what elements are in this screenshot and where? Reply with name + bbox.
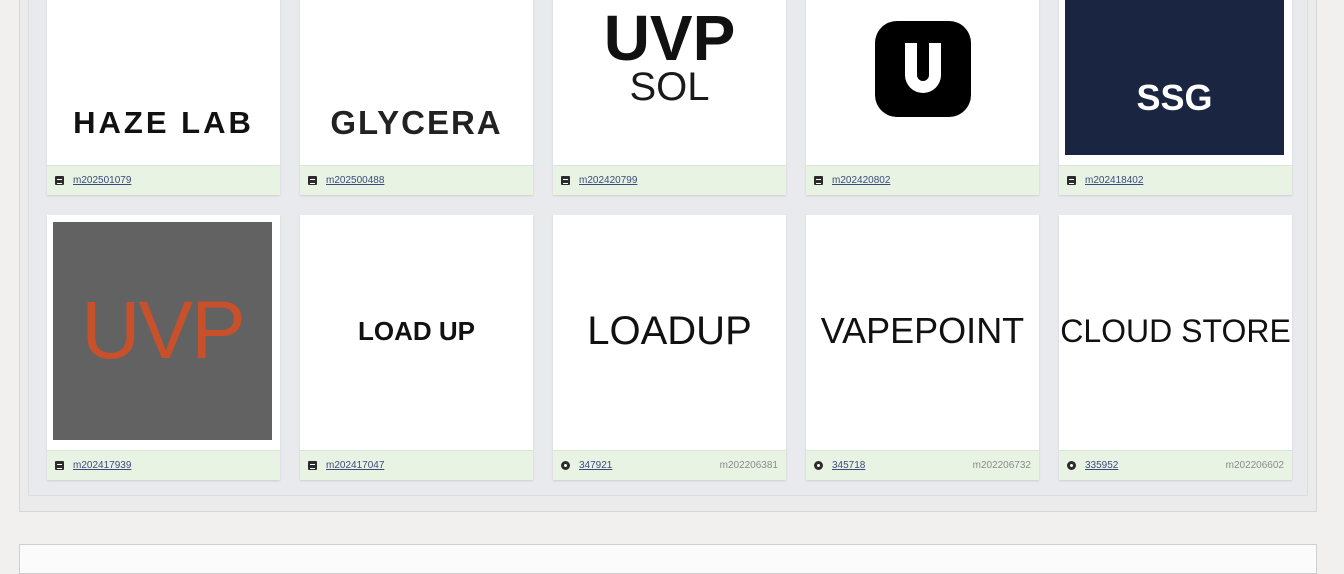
- logo-text: UVP: [603, 2, 736, 74]
- card-footer: 345718 m202206732: [806, 450, 1039, 480]
- logo-text: SSG: [1136, 77, 1213, 118]
- record-link[interactable]: 335952: [1085, 460, 1118, 471]
- record-link[interactable]: 347921: [579, 460, 612, 471]
- card-footer: m202500488: [300, 165, 533, 195]
- record-link[interactable]: m202417939: [73, 460, 131, 471]
- card-footer: m202420802: [806, 165, 1039, 195]
- record-link[interactable]: m202500488: [326, 175, 384, 186]
- trademark-card[interactable]: GLYCERA m202500488: [300, 0, 533, 195]
- results-panel: HAZE LAB m202501079 GLYCERA m202500488 U…: [19, 0, 1317, 512]
- card-footer: m202418402: [1059, 165, 1292, 195]
- document-icon: [55, 176, 64, 185]
- logo-image: GLYCERA: [300, 0, 533, 163]
- trademark-card[interactable]: UVP m202417939: [47, 215, 280, 480]
- logo-subtext: SOL: [629, 65, 710, 109]
- eye-icon: [814, 461, 823, 470]
- document-icon: [55, 461, 64, 470]
- trademark-card[interactable]: SSG m202418402: [1059, 0, 1292, 195]
- record-link[interactable]: m202418402: [1085, 175, 1143, 186]
- logo-image: LOAD UP: [300, 215, 533, 447]
- card-footer: m202417939: [47, 450, 280, 480]
- record-link[interactable]: m202417047: [326, 460, 384, 471]
- next-panel: [19, 544, 1317, 574]
- trademark-card[interactable]: UVP SOL m202420799: [553, 0, 786, 195]
- document-icon: [308, 176, 317, 185]
- record-link[interactable]: m202420799: [579, 175, 637, 186]
- trademark-card[interactable]: VAPEPOINT 345718 m202206732: [806, 215, 1039, 480]
- card-footer: 335952 m202206602: [1059, 450, 1292, 480]
- logo-text: GLYCERA: [330, 104, 503, 141]
- card-footer: m202417047: [300, 450, 533, 480]
- card-footer: m202501079: [47, 165, 280, 195]
- document-icon: [561, 176, 570, 185]
- logo-text: LOADUP: [587, 308, 752, 353]
- logo-text: CLOUD STORE: [1060, 312, 1291, 349]
- logo-image: CLOUD STORE: [1059, 215, 1292, 447]
- trademark-card[interactable]: LOAD UP m202417047: [300, 215, 533, 480]
- logo-image: HAZE LAB: [47, 0, 280, 163]
- document-icon: [308, 461, 317, 470]
- record-id: m202206602: [1225, 460, 1284, 471]
- logo-image: SSG: [1065, 0, 1284, 155]
- logo-image: LOADUP: [553, 215, 786, 447]
- record-link[interactable]: m202501079: [73, 175, 131, 186]
- eye-icon: [1067, 461, 1076, 470]
- logo-text: UVP: [81, 285, 246, 376]
- results-grid: HAZE LAB m202501079 GLYCERA m202500488 U…: [28, 0, 1308, 496]
- logo-image: UVP SOL: [553, 0, 786, 163]
- document-icon: [1067, 176, 1076, 185]
- logo-image: VAPEPOINT: [806, 215, 1039, 447]
- logo-text: VAPEPOINT: [820, 310, 1025, 351]
- trademark-card[interactable]: CLOUD STORE 335952 m202206602: [1059, 215, 1292, 480]
- document-icon: [814, 176, 823, 185]
- eye-icon: [561, 461, 570, 470]
- trademark-card[interactable]: UVP m202420802: [806, 0, 1039, 195]
- logo-text: UVP: [869, 0, 976, 9]
- card-footer: m202420799: [553, 165, 786, 195]
- logo-image: UVP: [806, 0, 1039, 163]
- logo-mark: [874, 21, 971, 117]
- logo-image: UVP: [53, 222, 272, 440]
- card-footer: 347921 m202206381: [553, 450, 786, 480]
- record-link[interactable]: 345718: [832, 460, 865, 471]
- trademark-card[interactable]: HAZE LAB m202501079: [47, 0, 280, 195]
- trademark-card[interactable]: LOADUP 347921 m202206381: [553, 215, 786, 480]
- logo-text: HAZE LAB: [73, 105, 254, 140]
- record-link[interactable]: m202420802: [832, 175, 890, 186]
- logo-text: LOAD UP: [358, 315, 475, 346]
- record-id: m202206732: [972, 460, 1031, 471]
- record-id: m202206381: [719, 460, 778, 471]
